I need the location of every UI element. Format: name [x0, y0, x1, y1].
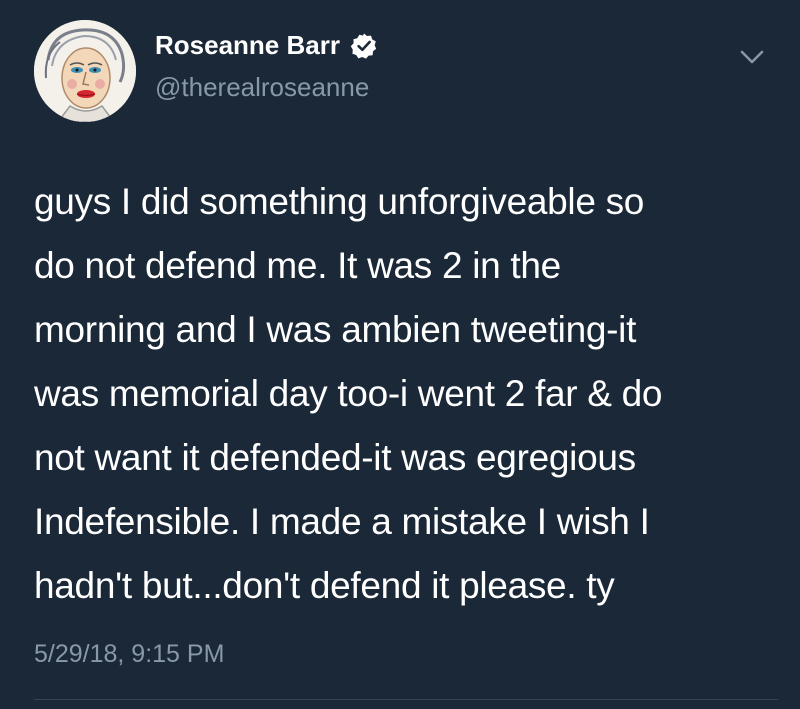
- author-name-text[interactable]: Roseanne Barr: [155, 30, 340, 61]
- tweet-text-line: was memorial day too-i went 2 far & do: [34, 373, 663, 414]
- tweet-text-line: not want it defended-it was egregious: [34, 437, 636, 478]
- author-name[interactable]: Roseanne Barr: [155, 30, 378, 61]
- tweet-menu-button[interactable]: [730, 38, 774, 78]
- tweet-text-line: guys I did something unforgiveable so: [34, 181, 645, 222]
- avatar[interactable]: [34, 20, 136, 122]
- tweet-text-line: do not defend me. It was 2 in the: [34, 245, 561, 286]
- tweet-text-line: Indefensible. I made a mistake I wish I: [34, 501, 650, 542]
- tweet-text-line: morning and I was ambien tweeting-it: [34, 309, 637, 350]
- verified-badge-icon: [350, 33, 377, 59]
- chevron-down-icon: [740, 50, 764, 64]
- avatar-portrait-icon: [34, 20, 136, 122]
- tweet-timestamp[interactable]: 5/29/18, 9:15 PM: [34, 640, 224, 669]
- tweet-text-line: hadn't but...don't defend it please. ty: [34, 565, 615, 606]
- divider: [34, 699, 778, 700]
- tweet-card: Roseanne Barr @therealroseanne guys I di…: [0, 0, 800, 709]
- author-handle[interactable]: @therealroseanne: [155, 72, 369, 103]
- tweet-text: guys I did something unforgiveable so do…: [34, 170, 774, 618]
